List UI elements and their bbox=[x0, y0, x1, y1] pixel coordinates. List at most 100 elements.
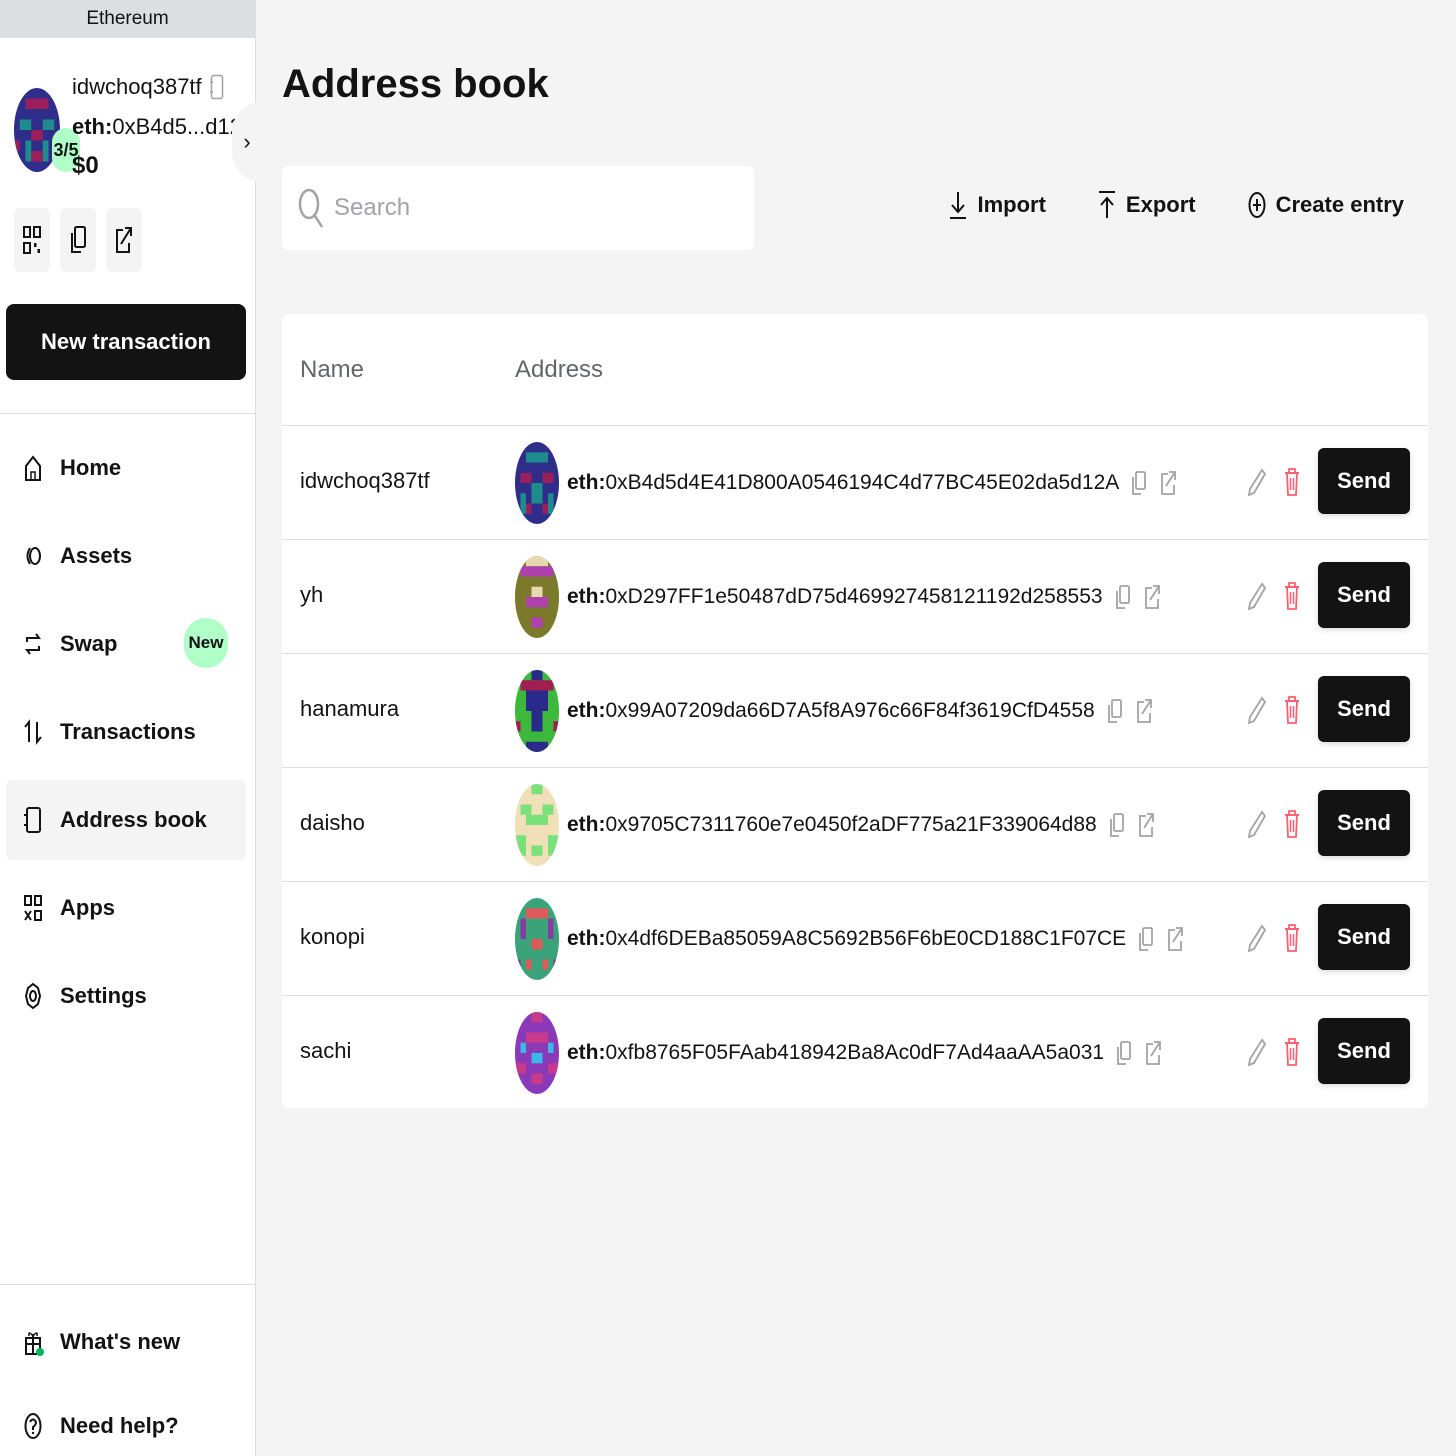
create-entry-label: Create entry bbox=[1275, 192, 1404, 217]
entry-address: eth:0x99A07209da66D7A5f8A976c66F84f3619C… bbox=[567, 699, 1095, 723]
sidebar-item-address-book[interactable]: Address book bbox=[6, 780, 246, 860]
entry-address-value: 0x99A07209da66D7A5f8A976c66F84f3619CfD45… bbox=[605, 699, 1095, 722]
edit-icon[interactable] bbox=[1248, 696, 1266, 724]
entry-avatar bbox=[515, 784, 559, 866]
gift-icon bbox=[22, 1328, 44, 1356]
entry-address-actions bbox=[1131, 470, 1177, 496]
table-row: daisho eth:0x9705C7311760e7e0450f2aDF775… bbox=[282, 768, 1428, 882]
entry-address-prefix: eth: bbox=[567, 471, 606, 494]
copy-icon[interactable] bbox=[1109, 812, 1125, 838]
sidebar-item-settings[interactable]: Settings bbox=[6, 956, 246, 1036]
sidebar-item-label: Address book bbox=[60, 807, 207, 832]
send-button[interactable]: Send bbox=[1318, 1018, 1410, 1084]
sidebar-footer-divider bbox=[0, 1284, 255, 1285]
edit-icon[interactable] bbox=[1248, 582, 1266, 610]
copy-icon[interactable] bbox=[1138, 926, 1154, 952]
delete-icon[interactable] bbox=[1284, 810, 1300, 838]
entry-address: eth:0x9705C7311760e7e0450f2aDF775a21F339… bbox=[567, 813, 1097, 837]
search-box[interactable] bbox=[282, 166, 754, 250]
copy-icon[interactable] bbox=[1116, 1040, 1132, 1066]
column-header-address[interactable]: Address bbox=[515, 356, 603, 384]
entry-address-cell: eth:0xD297FF1e50487dD75d469927458121192d… bbox=[515, 556, 1161, 638]
delete-icon[interactable] bbox=[1284, 696, 1300, 724]
sidebar-divider bbox=[0, 413, 255, 414]
entry-address-value: 0xfb8765F05FAab418942Ba8Ac0dF7Ad4aaAA5a0… bbox=[605, 1041, 1105, 1064]
external-link-icon bbox=[115, 225, 133, 255]
entry-address-cell: eth:0x4df6DEBa85059A8C5692B56F6bE0CD188C… bbox=[515, 898, 1184, 980]
safe-address-prefix: eth: bbox=[72, 114, 113, 139]
address-book-small-icon bbox=[209, 74, 224, 100]
copy-icon[interactable] bbox=[1107, 698, 1123, 724]
external-link-icon[interactable] bbox=[1144, 584, 1161, 610]
entry-name: hanamura bbox=[300, 696, 400, 721]
table-row: sachi eth:0xfb8765F05FAab418942Ba8Ac0dF7… bbox=[282, 996, 1428, 1108]
search-input[interactable] bbox=[334, 194, 734, 222]
home-icon bbox=[22, 454, 44, 482]
sidebar-item-assets[interactable]: Assets bbox=[6, 516, 246, 596]
chevron-right-icon: › bbox=[243, 129, 251, 154]
sidebar-item-swap[interactable]: Swap New bbox=[6, 604, 246, 684]
sidebar-item-label: Assets bbox=[60, 543, 133, 568]
entry-address-cell: eth:0xB4d5d4E41D800A0546194C4d77BC45E02d… bbox=[515, 442, 1177, 524]
sidebar-item-apps[interactable]: Apps bbox=[6, 868, 246, 948]
edit-icon[interactable] bbox=[1248, 1038, 1266, 1066]
address-book-table: Name Address idwchoq387tf eth:0xB4d5d4E4 bbox=[282, 314, 1428, 1108]
new-badge: New bbox=[184, 618, 228, 668]
whats-new-label: What's new bbox=[60, 1329, 181, 1354]
settings-icon bbox=[22, 982, 44, 1010]
entry-address-value: 0xB4d5d4E41D800A0546194C4d77BC45E02da5d1… bbox=[605, 471, 1120, 494]
export-button[interactable]: Export bbox=[1098, 190, 1196, 220]
need-help-link[interactable]: Need help? bbox=[6, 1384, 246, 1456]
copy-address-button[interactable] bbox=[60, 208, 96, 272]
entry-address-prefix: eth: bbox=[567, 699, 606, 722]
external-link-icon[interactable] bbox=[1168, 926, 1184, 952]
send-button[interactable]: Send bbox=[1318, 904, 1410, 970]
page-title: Address book bbox=[282, 62, 549, 106]
column-header-name[interactable]: Name bbox=[300, 356, 364, 384]
delete-icon[interactable] bbox=[1284, 582, 1300, 610]
send-button[interactable]: Send bbox=[1318, 448, 1410, 514]
entry-avatar bbox=[515, 670, 559, 752]
expand-safe-button[interactable]: › bbox=[232, 102, 262, 182]
edit-icon[interactable] bbox=[1248, 810, 1266, 838]
apps-icon bbox=[22, 894, 44, 922]
edit-icon[interactable] bbox=[1248, 468, 1266, 496]
table-row: idwchoq387tf eth:0xB4d5d4E41D800A0546194… bbox=[282, 426, 1428, 540]
delete-icon[interactable] bbox=[1284, 924, 1300, 952]
external-link-icon[interactable] bbox=[1161, 470, 1177, 496]
delete-icon[interactable] bbox=[1284, 1038, 1300, 1066]
search-icon bbox=[298, 187, 324, 229]
sidebar-item-home[interactable]: Home bbox=[6, 428, 246, 508]
safe-name: idwchoq387tf bbox=[72, 74, 224, 100]
entry-address: eth:0xfb8765F05FAab418942Ba8Ac0dF7Ad4aaA… bbox=[567, 1041, 1104, 1065]
table-header: Name Address bbox=[282, 314, 1428, 426]
create-entry-button[interactable]: Create entry bbox=[1248, 190, 1404, 220]
send-button[interactable]: Send bbox=[1318, 562, 1410, 628]
send-button[interactable]: Send bbox=[1318, 676, 1410, 742]
external-link-icon[interactable] bbox=[1146, 1040, 1162, 1066]
new-transaction-button[interactable]: New transaction bbox=[6, 304, 246, 380]
entry-avatar bbox=[515, 556, 559, 638]
copy-icon[interactable] bbox=[1131, 470, 1147, 496]
delete-icon[interactable] bbox=[1284, 468, 1300, 496]
sidebar-item-transactions[interactable]: Transactions bbox=[6, 692, 246, 772]
network-label: Ethereum bbox=[0, 0, 255, 38]
sidebar-item-label: Settings bbox=[60, 983, 147, 1008]
send-button[interactable]: Send bbox=[1318, 790, 1410, 856]
external-link-icon[interactable] bbox=[1136, 698, 1153, 724]
table-row: konopi eth:0x4df6DEBa85059A8C5692B56F6bE… bbox=[282, 882, 1428, 996]
address-book-actions: Import Export Create entry bbox=[949, 190, 1404, 220]
qr-code-button[interactable] bbox=[14, 208, 50, 272]
safe-address: eth:0xB4d5...d12A bbox=[72, 114, 257, 140]
edit-icon[interactable] bbox=[1248, 924, 1266, 952]
sidebar-item-label: Apps bbox=[60, 895, 115, 920]
safe-avatar-wrap: 3/5 bbox=[14, 88, 80, 172]
safe-balance: $0 bbox=[72, 152, 99, 179]
open-explorer-button[interactable] bbox=[106, 208, 142, 272]
external-link-icon[interactable] bbox=[1138, 812, 1155, 838]
need-help-label: Need help? bbox=[60, 1413, 179, 1438]
import-button[interactable]: Import bbox=[949, 190, 1046, 220]
copy-icon[interactable] bbox=[1115, 584, 1131, 610]
entry-address-prefix: eth: bbox=[567, 813, 606, 836]
whats-new-link[interactable]: What's new bbox=[6, 1300, 246, 1384]
